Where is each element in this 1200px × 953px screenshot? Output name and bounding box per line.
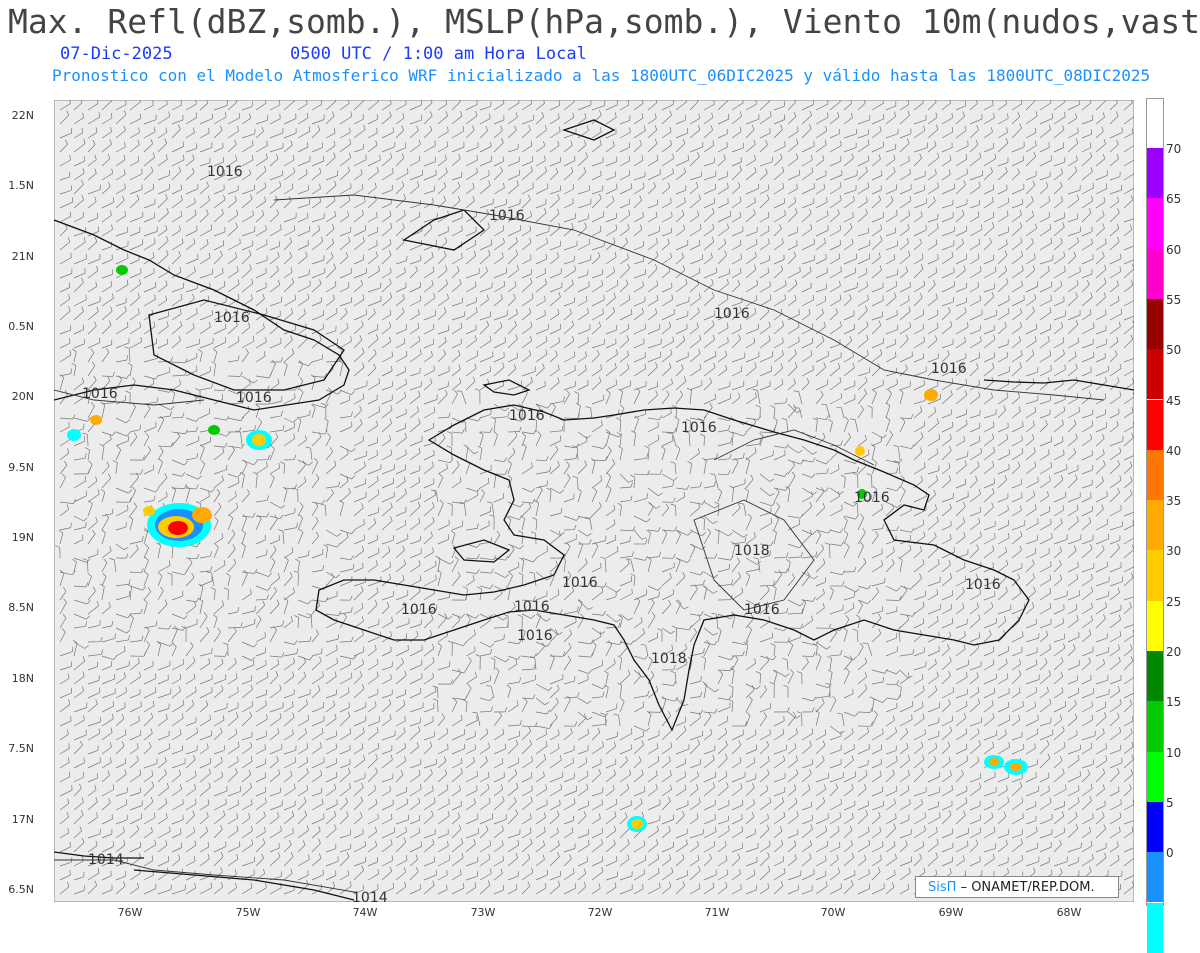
colorbar-label: 15 bbox=[1166, 695, 1181, 709]
credit-text: – ONAMET/REP.DOM. bbox=[961, 880, 1095, 895]
isobar-label: 1016 bbox=[82, 386, 118, 402]
lat-label: 22N bbox=[0, 109, 34, 122]
colorbar-segment bbox=[1147, 802, 1163, 852]
colorbar-segment bbox=[1147, 701, 1163, 751]
lon-label: 73W bbox=[463, 906, 503, 919]
lon-label: 76W bbox=[110, 906, 150, 919]
isobar-label: 1016 bbox=[489, 208, 525, 224]
colorbar-label: 20 bbox=[1166, 645, 1181, 659]
lon-label: 70W bbox=[813, 906, 853, 919]
isobar-label: 1016 bbox=[965, 577, 1001, 593]
lat-label: 9.5N bbox=[0, 461, 34, 474]
isobar-label: 1016 bbox=[854, 490, 890, 506]
colorbar-label: 55 bbox=[1166, 293, 1181, 307]
sistema-logo: SisΠ bbox=[928, 880, 956, 895]
forecast-time: 0500 UTC / 1:00 am Hora Local bbox=[290, 44, 587, 64]
isobar-label: 1016 bbox=[681, 420, 717, 436]
isobar-label: 1014 bbox=[88, 852, 124, 868]
colorbar-label: 40 bbox=[1166, 444, 1181, 458]
colorbar-label: 70 bbox=[1166, 142, 1181, 156]
colorbar-label: 65 bbox=[1166, 192, 1181, 206]
lon-label: 75W bbox=[228, 906, 268, 919]
map-title: Max. Refl(dBZ,somb.), MSLP(hPa,somb.), V… bbox=[8, 2, 1200, 41]
isobar-label: 1016 bbox=[214, 310, 250, 326]
forecast-map: 1016 1016 1016 1016 1016 1016 1016 1016 … bbox=[54, 100, 1134, 902]
colorbar-segment bbox=[1147, 550, 1163, 600]
lat-label: 7.5N bbox=[0, 742, 34, 755]
lat-label: 1.5N bbox=[0, 179, 34, 192]
colorbar-segment bbox=[1147, 400, 1163, 450]
colorbar-segment bbox=[1147, 450, 1163, 500]
lat-label: 19N bbox=[0, 531, 34, 544]
colorbar-segment bbox=[1147, 299, 1163, 349]
colorbar-segment bbox=[1147, 601, 1163, 651]
isobar-label: 1016 bbox=[744, 602, 780, 618]
lon-label: 72W bbox=[580, 906, 620, 919]
lon-label: 71W bbox=[697, 906, 737, 919]
lat-label: 8.5N bbox=[0, 601, 34, 614]
colorbar-label: 35 bbox=[1166, 494, 1181, 508]
isobar-label: 1016 bbox=[514, 599, 550, 615]
isobar-label: 1018 bbox=[651, 651, 687, 667]
credit-box: SisΠ – ONAMET/REP.DOM. bbox=[915, 876, 1119, 898]
lat-label: 20N bbox=[0, 390, 34, 403]
colorbar-segment bbox=[1147, 752, 1163, 802]
colorbar-label: 60 bbox=[1166, 243, 1181, 257]
model-info: Pronostico con el Modelo Atmosferico WRF… bbox=[52, 66, 1150, 85]
colorbar-label: 45 bbox=[1166, 394, 1181, 408]
lat-label: 21N bbox=[0, 250, 34, 263]
isobar-label: 1016 bbox=[509, 408, 545, 424]
isobar-label: 1016 bbox=[401, 602, 437, 618]
colorbar-label: 50 bbox=[1166, 343, 1181, 357]
isobar-label: 1016 bbox=[236, 390, 272, 406]
isobar-label: 1018 bbox=[734, 543, 770, 559]
lon-label: 69W bbox=[931, 906, 971, 919]
colorbar-label: 5 bbox=[1166, 796, 1174, 810]
isobar-label: 1016 bbox=[931, 361, 967, 377]
lat-label: 18N bbox=[0, 672, 34, 685]
colorbar-segment bbox=[1147, 852, 1163, 902]
colorbar-label: 30 bbox=[1166, 544, 1181, 558]
isobar-label: 1016 bbox=[207, 164, 243, 180]
lon-label: 74W bbox=[345, 906, 385, 919]
lat-label: 17N bbox=[0, 813, 34, 826]
forecast-date: 07-Dic-2025 bbox=[60, 44, 173, 64]
isobar-label: 1016 bbox=[562, 575, 598, 591]
isobar-label: 1014 bbox=[352, 890, 388, 902]
colorbar-segment bbox=[1147, 349, 1163, 399]
colorbar-segment bbox=[1147, 198, 1163, 248]
lat-label: 6.5N bbox=[0, 883, 34, 896]
lat-label: 0.5N bbox=[0, 320, 34, 333]
colorbar-segment bbox=[1147, 500, 1163, 550]
colorbar-label: 0 bbox=[1166, 846, 1174, 860]
colorbar-segment bbox=[1147, 903, 1163, 953]
colorbar-label: 25 bbox=[1166, 595, 1181, 609]
colorbar-segment bbox=[1147, 249, 1163, 299]
colorbar-label: 10 bbox=[1166, 746, 1181, 760]
isobar-label: 1016 bbox=[517, 628, 553, 644]
colorbar-segment bbox=[1147, 651, 1163, 701]
isobar-label: 1016 bbox=[714, 306, 750, 322]
lon-label: 68W bbox=[1049, 906, 1089, 919]
colorbar-segment bbox=[1147, 148, 1163, 198]
